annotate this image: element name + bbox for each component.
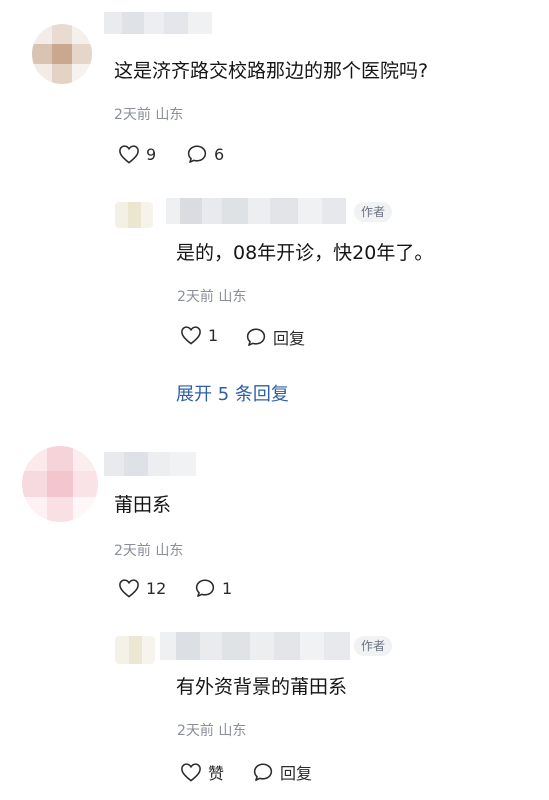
reply-label: 回复: [273, 329, 306, 348]
reply-text: 有外资背景的莆田系: [176, 676, 348, 698]
reply-count: 6: [214, 144, 225, 164]
reply-avatar[interactable]: [115, 636, 155, 664]
heart-outline-icon: [181, 763, 201, 782]
reply-username-blurred[interactable]: [160, 632, 350, 660]
reply-button[interactable]: 回复: [252, 760, 312, 784]
comment-text: 这是济齐路交校路那边的那个医院吗?: [114, 60, 429, 82]
reply-username-blurred[interactable]: [166, 198, 346, 224]
reply-like-label: 赞: [208, 764, 225, 783]
reply-meta: 2天前 山东: [177, 289, 247, 305]
like-button[interactable]: 9: [118, 144, 156, 164]
author-badge: 作者: [354, 202, 393, 222]
expand-replies-link[interactable]: 展开 5 条回复: [176, 380, 289, 406]
username-blurred[interactable]: [104, 452, 196, 476]
reply-count-button[interactable]: 6: [186, 144, 224, 164]
speech-bubble-icon: [195, 579, 215, 597]
comment-text: 莆田系: [114, 494, 172, 516]
username-blurred[interactable]: [104, 12, 212, 34]
heart-outline-icon: [119, 579, 139, 598]
reply-text: 是的，08年开诊，快20年了。: [176, 242, 434, 264]
like-button[interactable]: 12: [118, 578, 166, 598]
heart-outline-icon: [119, 145, 139, 164]
reply-count-button[interactable]: 1: [194, 578, 232, 598]
reply-avatar[interactable]: [115, 202, 153, 228]
reply-meta: 2天前 山东: [177, 723, 247, 739]
heart-outline-icon: [181, 326, 201, 345]
like-count: 12: [146, 578, 167, 598]
author-badge: 作者: [354, 636, 393, 656]
speech-bubble-icon: [246, 328, 266, 346]
speech-bubble-icon: [187, 145, 207, 163]
reply-count: 1: [222, 578, 233, 598]
comment-meta: 2天前 山东: [114, 543, 184, 559]
avatar[interactable]: [22, 446, 98, 522]
like-count: 9: [146, 144, 157, 164]
reply-label: 回复: [280, 764, 313, 783]
reply-like-button[interactable]: 1: [180, 325, 218, 345]
reply-like-count: 1: [208, 325, 219, 345]
avatar[interactable]: [32, 24, 92, 84]
comment-meta: 2天前 山东: [114, 107, 184, 123]
reply-button[interactable]: 回复: [245, 325, 305, 349]
speech-bubble-icon: [253, 763, 273, 781]
reply-like-button[interactable]: 赞: [180, 760, 224, 784]
